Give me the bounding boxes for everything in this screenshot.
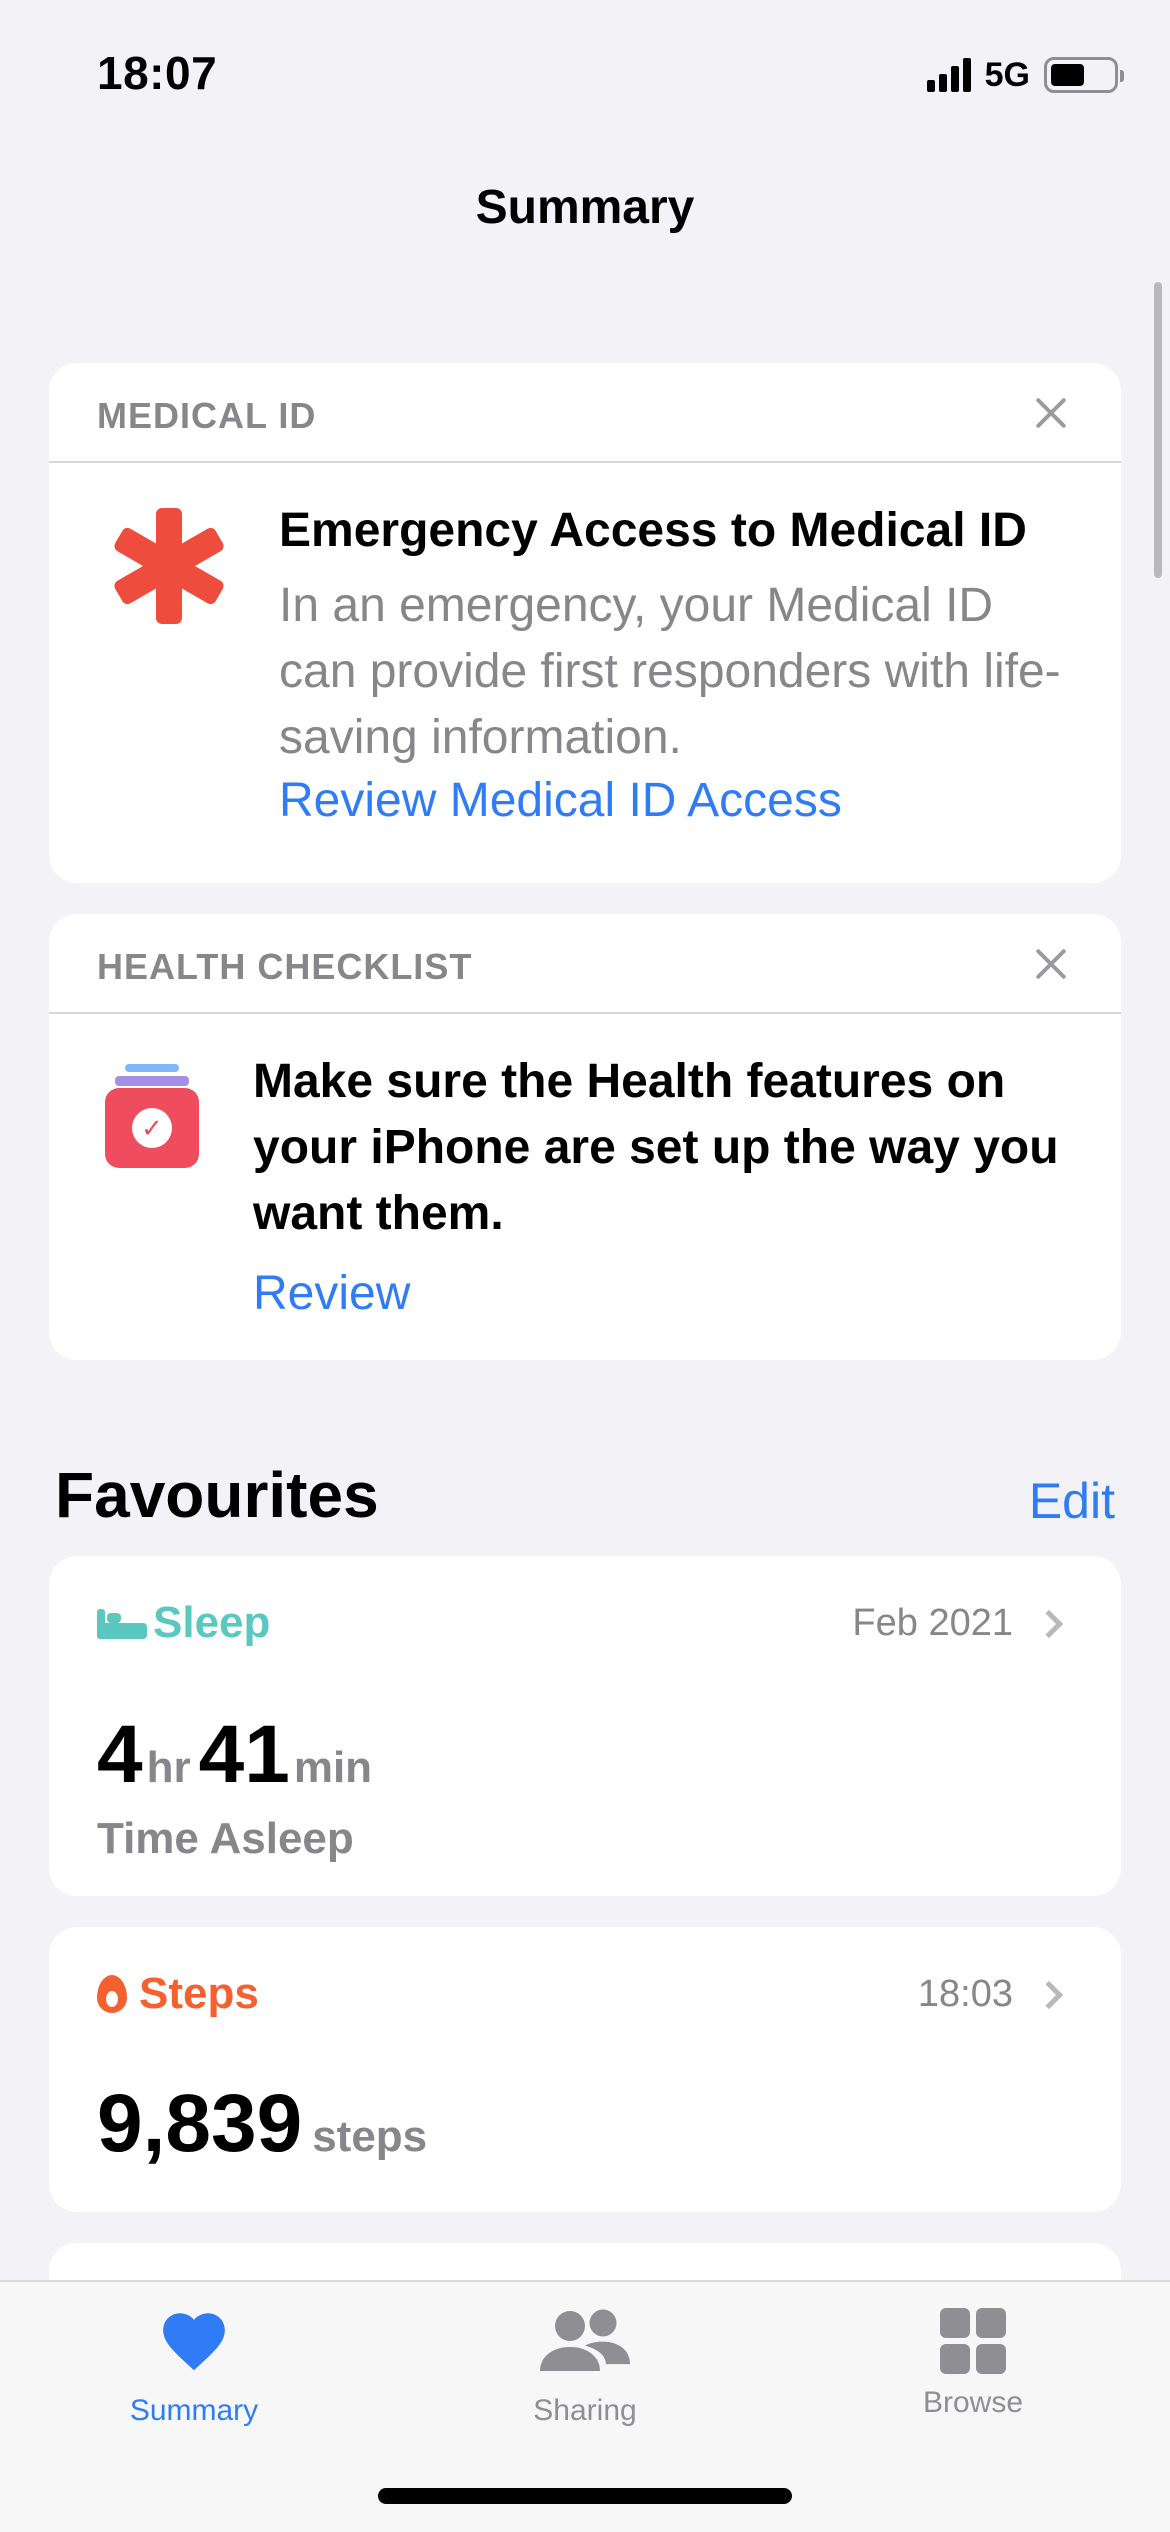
steps-time: 18:03 (917, 1973, 1064, 2016)
medical-id-card-label: MEDICAL ID (97, 395, 317, 436)
status-time: 18:07 (97, 47, 218, 99)
steps-value: 9,839 steps (97, 2077, 435, 2171)
chevron-right-icon (1034, 1980, 1064, 2009)
steps-category: Steps (97, 1969, 259, 2019)
health-checklist-card: HEALTH CHECKLIST ✓ Make sure the Health … (49, 914, 1121, 1360)
steps-card[interactable]: Steps 18:03 9,839 steps (49, 1927, 1121, 2212)
sleep-category-label: Sleep (153, 1598, 271, 1647)
tab-browse-label: Browse (922, 2386, 1024, 2419)
tab-sharing-label: Sharing (533, 2394, 637, 2427)
home-indicator[interactable] (378, 2488, 792, 2504)
close-icon[interactable] (1031, 944, 1071, 984)
review-checklist-link[interactable]: Review (253, 1266, 410, 1321)
heart-icon (163, 2313, 225, 2371)
sleep-minutes-unit: min (293, 1743, 373, 1792)
tab-browse[interactable]: Browse (843, 2304, 1103, 2420)
status-bar: 18:07 5G (0, 0, 1170, 140)
chevron-right-icon (1034, 1609, 1064, 1638)
steps-unit: steps (312, 2112, 428, 2161)
tab-sharing[interactable]: Sharing (455, 2304, 715, 2428)
people-icon (540, 2309, 630, 2371)
edit-favourites-button[interactable]: Edit (1029, 1472, 1115, 1530)
page-title: Summary (475, 181, 695, 234)
medical-id-card-header: MEDICAL ID (49, 363, 1121, 463)
battery-icon (1044, 57, 1124, 93)
sleep-minutes: 41 (198, 1709, 290, 1800)
review-medical-id-link[interactable]: Review Medical ID Access (279, 773, 842, 828)
sleep-metric-label: Time Asleep (97, 1814, 354, 1863)
tab-summary-label: Summary (129, 2394, 259, 2427)
sleep-card[interactable]: Sleep Feb 2021 4 hr 41 min Time Asleep (49, 1556, 1121, 1896)
tab-summary[interactable]: Summary (64, 2304, 324, 2428)
health-checklist-card-header: HEALTH CHECKLIST (49, 914, 1121, 1014)
health-checklist-card-label: HEALTH CHECKLIST (97, 946, 473, 987)
favourites-heading: Favourites (55, 1459, 379, 1531)
sleep-date: Feb 2021 (852, 1602, 1064, 1645)
close-icon[interactable] (1031, 393, 1071, 433)
medical-id-card: MEDICAL ID Emergency Access to Medical I… (49, 363, 1121, 883)
network-type: 5G (984, 55, 1030, 94)
steps-count: 9,839 (97, 2078, 303, 2169)
sleep-hours-unit: hr (146, 1743, 191, 1792)
scroll-indicator[interactable] (1154, 282, 1162, 578)
checklist-icon: ✓ (105, 1064, 199, 1174)
bed-icon (97, 1607, 147, 1639)
medical-asterisk-icon (111, 508, 227, 624)
status-indicators: 5G (926, 52, 1124, 98)
sleep-hours: 4 (97, 1709, 143, 1800)
steps-category-label: Steps (139, 1969, 259, 2018)
medical-id-title: Emergency Access to Medical ID (279, 504, 1027, 557)
cellular-signal-icon (926, 58, 971, 92)
flame-icon (97, 1975, 127, 2013)
grid-icon (936, 2304, 1010, 2378)
sleep-category: Sleep (97, 1598, 270, 1648)
sleep-value: 4 hr 41 min (97, 1708, 380, 1802)
steps-time-label: 18:03 (917, 1973, 1013, 2015)
health-checklist-description: Make sure the Health features on your iP… (253, 1055, 1059, 1240)
medical-id-description: In an emergency, your Medical ID can pro… (279, 579, 1061, 764)
sleep-date-label: Feb 2021 (852, 1602, 1013, 1644)
